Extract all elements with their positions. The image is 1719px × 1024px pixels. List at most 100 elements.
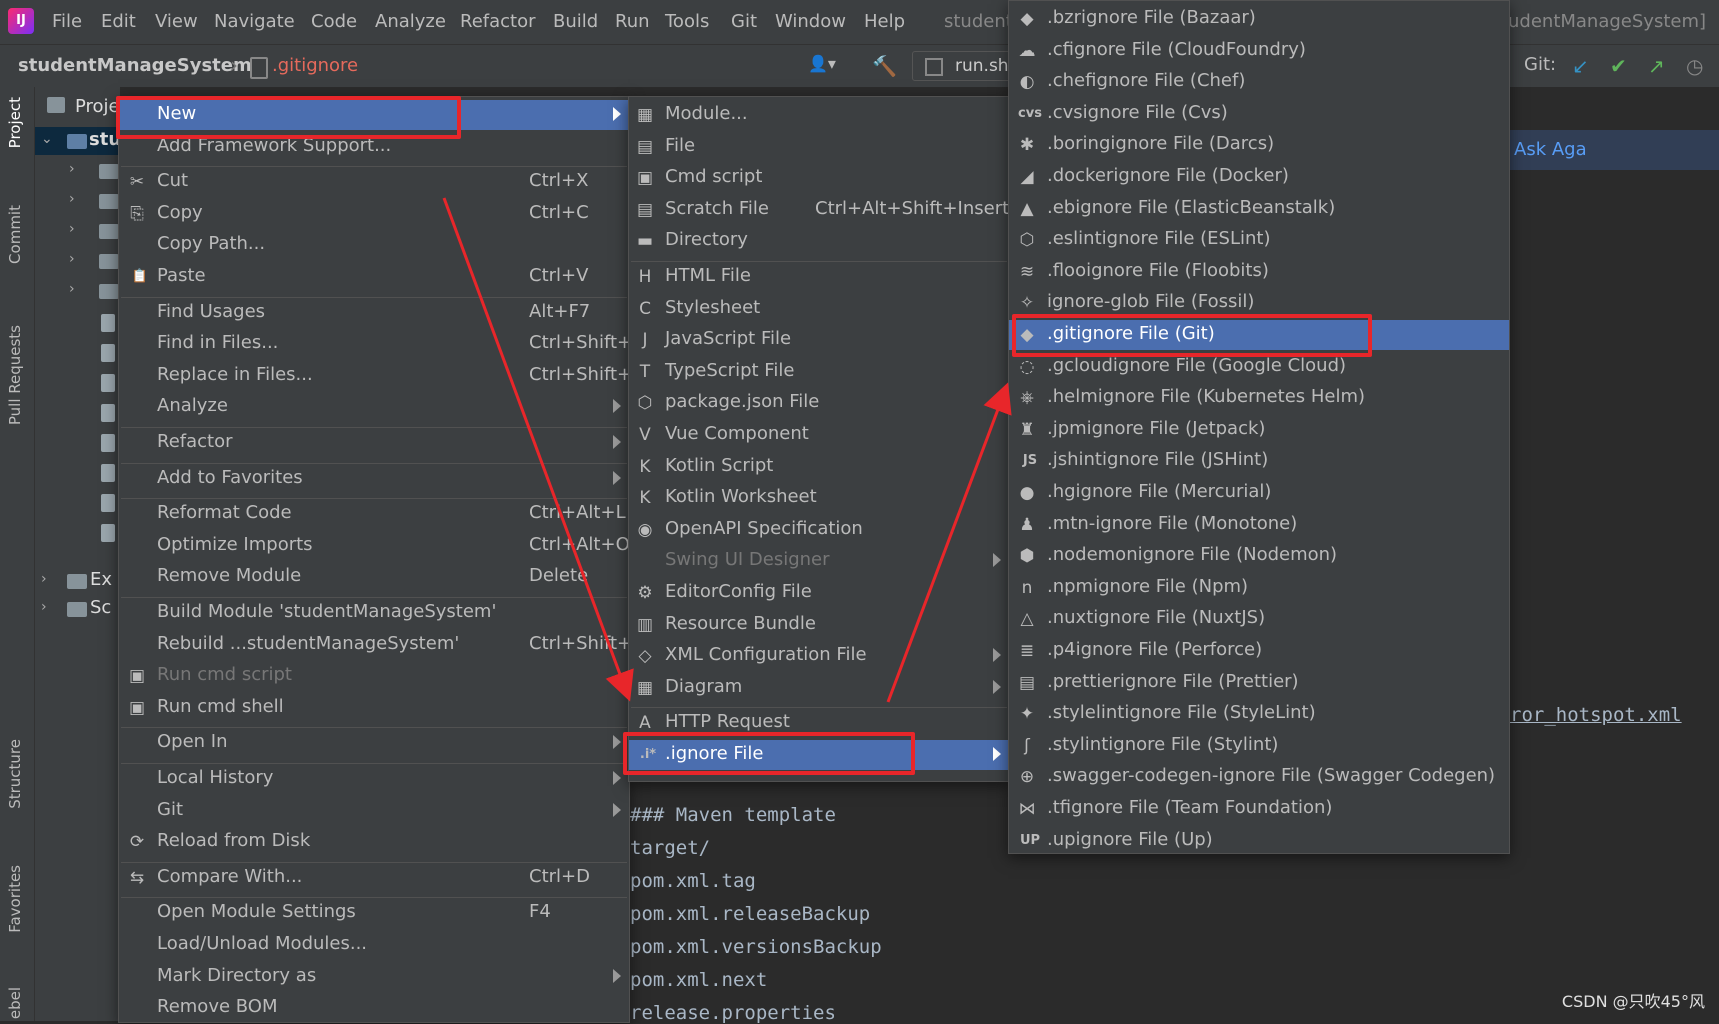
ctx-menu-copy[interactable]: ⎘ Copy Ctrl+C (119, 199, 629, 229)
ignore-menu-swagger-codegen-ignore-file-swagger-codegen[interactable]: ⊕ .swagger-codegen-ignore File (Swagger C… (1009, 762, 1509, 792)
ctx-menu-rebuild-studentmanagesystem[interactable]: Rebuild ...studentManageSystem' Ctrl+Shif… (119, 630, 654, 660)
tree-row[interactable]: › Ex (35, 567, 120, 595)
ignore-menu-npmignore-file-npm[interactable]: n .npmignore File (Npm) (1009, 573, 1509, 603)
ctx-menu-git[interactable]: Git (119, 796, 629, 826)
ctx-menu-cut[interactable]: ✂ Cut Ctrl+X (119, 167, 629, 197)
ignore-menu-jshintignore-file-jshint[interactable]: JS .jshintignore File (JSHint) (1009, 446, 1509, 476)
ctx-menu-open-in[interactable]: Open In (119, 728, 629, 758)
ctx-menu-copy-path[interactable]: Copy Path... (119, 230, 629, 260)
tree-row[interactable] (35, 429, 120, 457)
new-menu-kotlin-script[interactable]: K Kotlin Script (629, 452, 1009, 482)
ctx-menu-add-to-favorites[interactable]: Add to Favorites (119, 464, 629, 494)
new-menu-module[interactable]: ▦ Module... (629, 100, 1009, 130)
menu-help[interactable]: Help (864, 11, 905, 32)
chevron-right-icon[interactable]: › (41, 599, 47, 615)
chevron-right-icon[interactable]: › (69, 221, 75, 237)
menu-git[interactable]: Git (731, 11, 757, 32)
ctx-menu-refactor[interactable]: Refactor (119, 428, 629, 458)
build-hammer-icon[interactable]: 🔨 (872, 54, 897, 78)
ignore-menu-dockerignore-file-docker[interactable]: ◢ .dockerignore File (Docker) (1009, 162, 1509, 192)
menu-refactor[interactable]: Refactor (460, 11, 536, 32)
breadcrumb-file[interactable]: .gitignore (272, 55, 358, 76)
ctx-menu-paste[interactable]: 📋 Paste Ctrl+V (119, 262, 629, 292)
ignore-menu-stylintignore-file-stylint[interactable]: ʃ .stylintignore File (Stylint) (1009, 731, 1509, 761)
ignore-menu-nuxtignore-file-nuxtjs[interactable]: △ .nuxtignore File (NuxtJS) (1009, 604, 1509, 634)
code-line[interactable]: pom.xml.versionsBackup (630, 936, 882, 958)
ctx-menu-remove-module[interactable]: Remove Module Delete (119, 562, 629, 592)
chevron-right-icon[interactable]: › (69, 161, 75, 177)
editor-link[interactable]: ror_hotspot.xml (1510, 704, 1682, 726)
ignore-menu-boringignore-file-darcs[interactable]: ✱ .boringignore File (Darcs) (1009, 130, 1509, 160)
history-icon[interactable]: ◷ (1686, 54, 1703, 78)
menu-tools[interactable]: Tools (665, 11, 709, 32)
tab-pull-requests[interactable]: Pull Requests (6, 325, 24, 425)
code-line[interactable]: pom.xml.tag (630, 870, 756, 892)
new-menu-cmd-script[interactable]: ▣ Cmd script (629, 163, 1009, 193)
tree-row[interactable]: › (35, 217, 120, 245)
ignore-menu-gcloudignore-file-google-cloud[interactable]: ◌ .gcloudignore File (Google Cloud) (1009, 352, 1509, 382)
ctx-menu-build-module-studentmanagesystem[interactable]: Build Module 'studentManageSystem' (119, 598, 629, 628)
intellij-logo-icon[interactable]: IJ (8, 8, 34, 34)
code-line[interactable]: pom.xml.next (630, 969, 767, 991)
ctx-menu-replace-in-files[interactable]: Replace in Files... Ctrl+Shift+R (119, 361, 645, 391)
ignore-menu-jpmignore-file-jetpack[interactable]: ♜ .jpmignore File (Jetpack) (1009, 415, 1509, 445)
ignore-menu-cvsignore-file-cvs[interactable]: cvs .cvsignore File (Cvs) (1009, 99, 1509, 129)
ctx-menu-find-in-files[interactable]: Find in Files... Ctrl+Shift+F (119, 329, 642, 359)
ctx-menu-analyze[interactable]: Analyze (119, 392, 629, 422)
chevron-right-icon[interactable]: › (69, 191, 75, 207)
code-line[interactable]: ### Maven template (630, 804, 836, 826)
ctx-menu-remove-bom[interactable]: Remove BOM (119, 993, 629, 1023)
chevron-right-icon[interactable]: › (69, 251, 75, 267)
ctx-menu-mark-directory-as[interactable]: Mark Directory as (119, 962, 629, 992)
new-menu-kotlin-worksheet[interactable]: K Kotlin Worksheet (629, 483, 1009, 513)
ignore-menu-eslintignore-file-eslint[interactable]: ⬡ .eslintignore File (ESLint) (1009, 225, 1509, 255)
chevron-down-icon[interactable]: ⌄ (41, 131, 53, 147)
ignore-menu-upignore-file-up[interactable]: UP .upignore File (Up) (1009, 826, 1509, 856)
tree-row[interactable] (35, 309, 120, 337)
ctx-menu-reformat-code[interactable]: Reformat Code Ctrl+Alt+L (119, 499, 629, 529)
menu-build[interactable]: Build (553, 11, 598, 32)
new-menu-scratch-file[interactable]: ▤ Scratch File Ctrl+Alt+Shift+Insert (629, 195, 1009, 225)
tree-row[interactable]: › (35, 247, 120, 275)
chevron-right-icon[interactable]: › (69, 281, 75, 297)
tab-project[interactable]: Project (6, 97, 24, 148)
new-menu-http-request[interactable]: A HTTP Request (629, 708, 1009, 738)
tree-row[interactable] (35, 399, 120, 427)
ctx-menu-compare-with[interactable]: ⇆ Compare With... Ctrl+D (119, 863, 629, 893)
git-commit-icon[interactable]: ✔ (1610, 54, 1627, 78)
git-push-icon[interactable]: ↗ (1648, 54, 1665, 78)
ignore-menu-ebignore-file-elasticbeanstalk[interactable]: ▲ .ebignore File (ElasticBeanstalk) (1009, 194, 1509, 224)
menu-code[interactable]: Code (311, 11, 357, 32)
new-menu-typescript-file[interactable]: T TypeScript File (629, 357, 1009, 387)
ignore-menu-mtn-ignore-file-monotone[interactable]: ♟ .mtn-ignore File (Monotone) (1009, 510, 1509, 540)
new-menu-diagram[interactable]: ▦ Diagram (629, 673, 1009, 703)
ignore-menu-prettierignore-file-prettier[interactable]: ▤ .prettierignore File (Prettier) (1009, 668, 1509, 698)
ignore-menu-gitignore-file-git[interactable]: ◆ .gitignore File (Git) (1009, 320, 1509, 350)
new-menu-editorconfig-file[interactable]: ⚙ EditorConfig File (629, 578, 1009, 608)
ignore-menu-chefignore-file-chef[interactable]: ◐ .chefignore File (Chef) (1009, 67, 1509, 97)
ignore-menu-flooignore-file-floobits[interactable]: ≋ .flooignore File (Floobits) (1009, 257, 1509, 287)
run-config-select[interactable]: run.sh (912, 51, 1014, 81)
new-menu-html-file[interactable]: H HTML File (629, 262, 1009, 292)
menu-view[interactable]: View (155, 11, 198, 32)
tab-favorites[interactable]: Favorites (6, 865, 24, 933)
ctx-menu-find-usages[interactable]: Find Usages Alt+F7 (119, 298, 629, 328)
tree-row[interactable] (35, 519, 120, 547)
new-menu-package-json-file[interactable]: ⬡ package.json File (629, 388, 1009, 418)
ctx-menu-load-unload-modules[interactable]: Load/Unload Modules... (119, 930, 629, 960)
menu-run[interactable]: Run (615, 11, 650, 32)
menu-file[interactable]: File (52, 11, 82, 32)
tree-row[interactable] (35, 489, 120, 517)
project-panel-title[interactable]: Proje (75, 96, 120, 117)
new-menu-directory[interactable]: ▬ Directory (629, 226, 1009, 256)
new-menu-file[interactable]: ▤ File (629, 132, 1009, 162)
user-icon[interactable]: 👤▾ (808, 54, 836, 76)
chevron-right-icon[interactable]: › (41, 571, 47, 587)
new-menu-xml-configuration-file[interactable]: ◇ XML Configuration File (629, 641, 1009, 671)
code-line[interactable]: target/ (630, 837, 710, 859)
breadcrumb-project[interactable]: studentManageSystem (18, 55, 252, 76)
ignore-menu-bzrignore-file-bazaar[interactable]: ◆ .bzrignore File (Bazaar) (1009, 4, 1509, 34)
ctx-menu-new[interactable]: New (119, 100, 629, 130)
tree-row[interactable] (35, 339, 120, 367)
ignore-menu-p4ignore-file-perforce[interactable]: ≣ .p4ignore File (Perforce) (1009, 636, 1509, 666)
